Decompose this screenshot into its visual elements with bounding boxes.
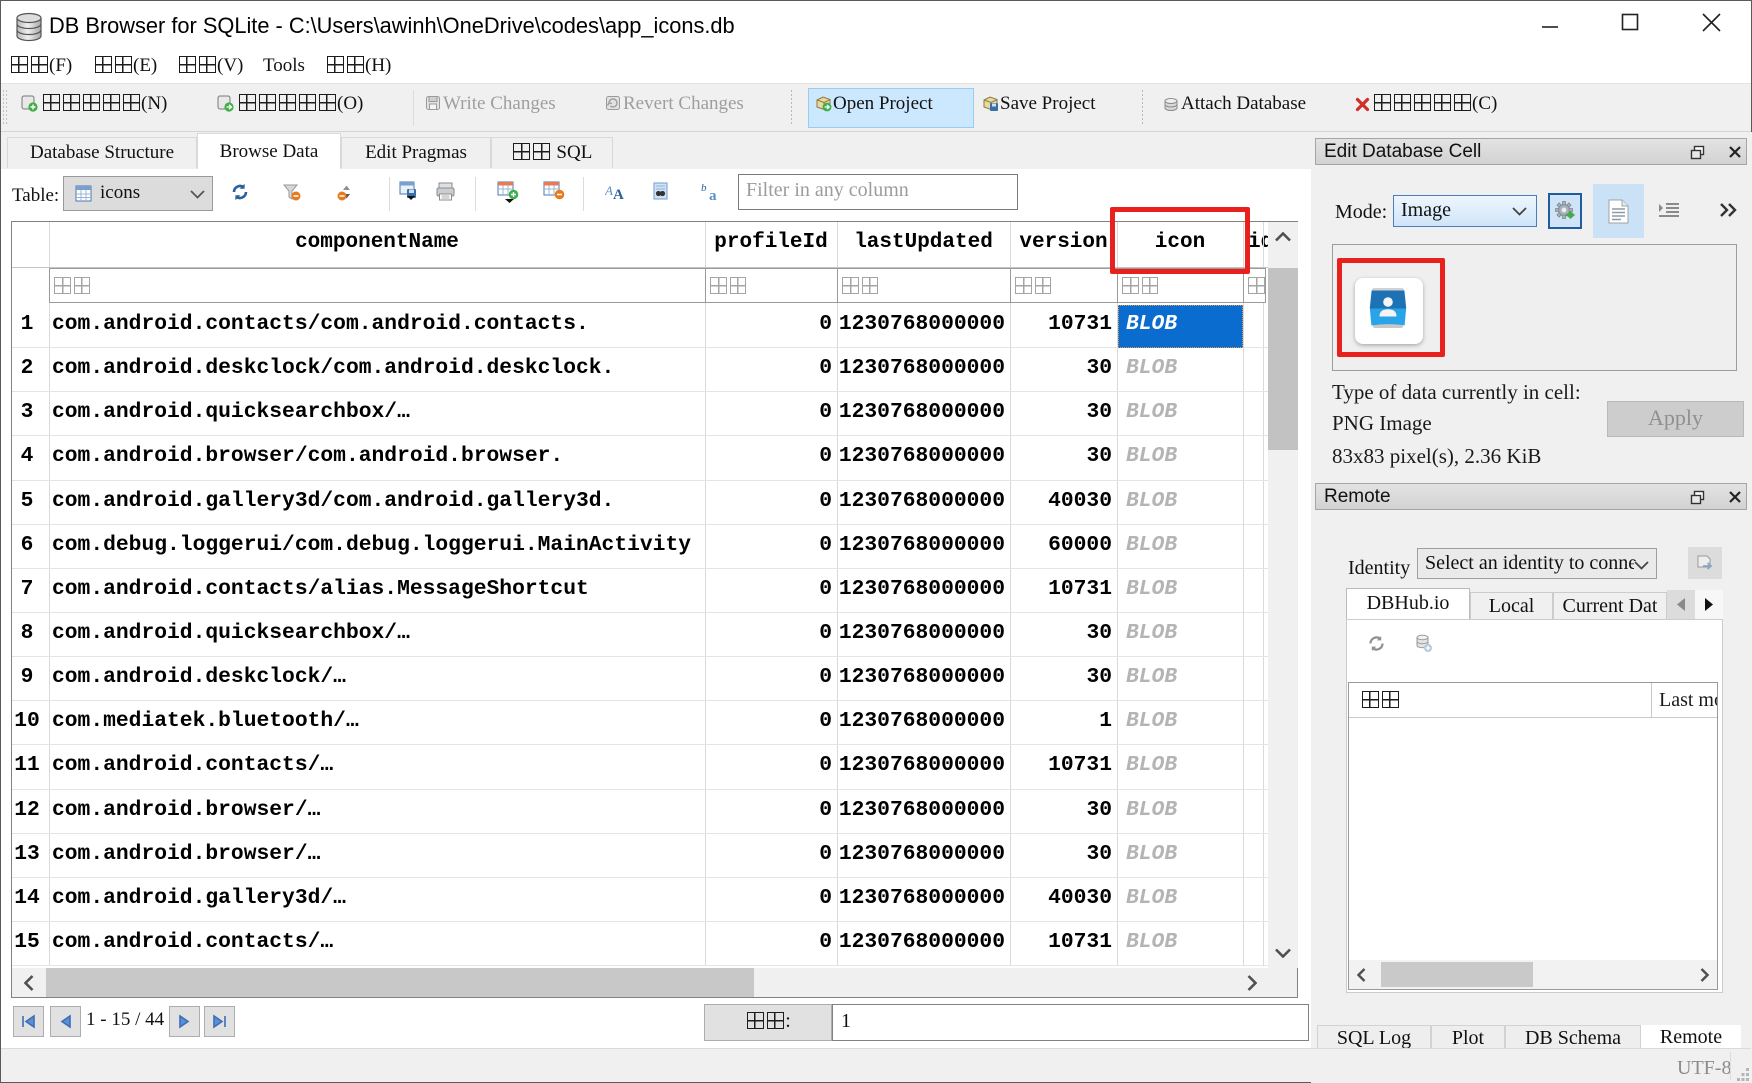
svg-text:A: A xyxy=(613,187,624,200)
svg-text:b: b xyxy=(701,182,707,194)
svg-text:a: a xyxy=(709,188,717,202)
svg-text:A: A xyxy=(605,183,613,198)
